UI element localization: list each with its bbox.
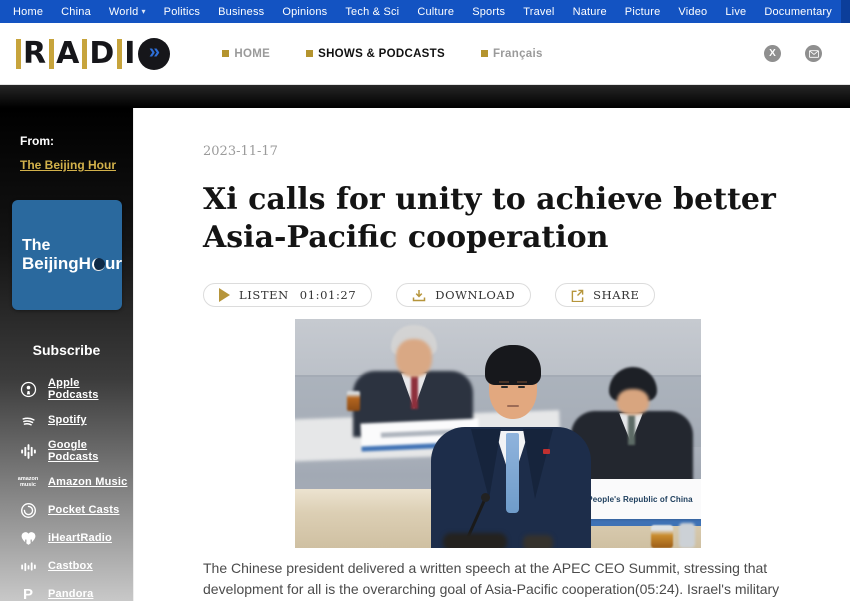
nav-item-documentary[interactable]: Documentary	[755, 0, 841, 23]
subscribe-apple-podcasts[interactable]: Apple Podcasts	[12, 372, 133, 406]
castbox-icon	[18, 557, 38, 575]
x-twitter-icon: X	[769, 49, 776, 59]
article-main: 2023-11-17 Xi calls for unity to achieve…	[133, 108, 850, 601]
radio-tv-box: Radio TV	[841, 0, 850, 23]
gold-square-icon	[222, 50, 229, 57]
nav-item-culture[interactable]: Culture	[408, 0, 463, 23]
article-date: 2023-11-17	[203, 144, 793, 159]
subscribe-amazon-music[interactable]: amazonmusic Amazon Music	[12, 468, 133, 496]
subscribe-spotify[interactable]: Spotify	[12, 406, 133, 434]
nav-item-opinions[interactable]: Opinions	[273, 0, 336, 23]
nav-item-world[interactable]: World▾	[100, 0, 155, 23]
google-podcasts-icon	[18, 442, 38, 460]
nav-item-picture[interactable]: Picture	[616, 0, 670, 23]
menu-item-francais[interactable]: Français	[481, 48, 543, 60]
nav-item-tech-sci[interactable]: Tech & Sci	[336, 0, 408, 23]
nav-item-business[interactable]: Business	[209, 0, 273, 23]
iheartradio-icon	[18, 529, 38, 547]
subscribe-google-podcasts[interactable]: Google Podcasts	[12, 434, 133, 468]
x-twitter-button[interactable]: X	[764, 45, 781, 62]
nav-item-video[interactable]: Video	[669, 0, 716, 23]
download-button[interactable]: DOWNLOAD	[396, 283, 531, 307]
top-nav-right: Radio TV	[841, 0, 850, 23]
share-button[interactable]: SHARE	[555, 283, 655, 307]
spotify-icon	[18, 411, 38, 429]
nav-item-china[interactable]: China	[52, 0, 100, 23]
nav-item-live[interactable]: Live	[716, 0, 755, 23]
show-link-beijing-hour[interactable]: The Beijing Hour	[20, 158, 116, 172]
amazon-music-icon: amazonmusic	[18, 473, 38, 491]
sidebar: From: The Beijing Hour The BeijingHur Su…	[0, 108, 133, 601]
subscribe-pocket-casts[interactable]: Pocket Casts	[12, 496, 133, 524]
black-divider-bar	[0, 85, 850, 108]
nav-item-nature[interactable]: Nature	[564, 0, 616, 23]
clock-o-icon	[92, 258, 105, 271]
subscribe-title: Subscribe	[12, 342, 121, 358]
action-buttons: LISTEN 01:01:27 DOWNLOAD SHARE	[203, 283, 793, 307]
menu-item-home[interactable]: HOME	[222, 48, 270, 60]
chevron-down-icon: ▾	[141, 7, 145, 16]
subscribe-iheartradio[interactable]: iHeartRadio	[12, 524, 133, 552]
subscribe-castbox[interactable]: Castbox	[12, 552, 133, 580]
header-social-icons: X	[764, 45, 834, 62]
nav-item-travel[interactable]: Travel	[514, 0, 563, 23]
header-menu: HOME SHOWS & PODCASTS Français	[222, 48, 542, 60]
gold-square-icon	[481, 50, 488, 57]
apple-podcasts-icon	[18, 380, 38, 398]
email-button[interactable]	[805, 45, 822, 62]
nav-item-home[interactable]: Home	[4, 0, 52, 23]
article-title: Xi calls for unity to achieve better Asi…	[203, 181, 793, 257]
article-summary: The Chinese president delivered a writte…	[203, 558, 793, 601]
gold-square-icon	[306, 50, 313, 57]
episode-duration: 01:01:27	[300, 288, 356, 302]
radio-logo[interactable]: RADIO R A D I »	[16, 38, 170, 70]
mail-icon	[809, 50, 819, 58]
article-photo-apec-summit: People's Republic of China	[295, 319, 701, 548]
nameplate-china: People's Republic of China	[579, 479, 701, 519]
share-icon	[571, 289, 584, 302]
nav-item-politics[interactable]: Politics	[155, 0, 209, 23]
top-nav-items: Home China World▾ Politics Business Opin…	[0, 0, 841, 23]
top-nav: Home China World▾ Politics Business Opin…	[0, 0, 850, 23]
pocket-casts-icon	[18, 501, 38, 519]
play-icon: »	[138, 38, 170, 70]
listen-button[interactable]: LISTEN 01:01:27	[203, 283, 372, 307]
download-icon	[412, 289, 426, 302]
site-header: RADIO R A D I » HOME SHOWS & PODCASTS Fr…	[0, 23, 850, 85]
subscribe-pandora[interactable]: P Pandora	[12, 580, 133, 601]
from-label: From:	[20, 134, 133, 148]
play-icon	[219, 288, 230, 302]
pandora-icon: P	[18, 585, 38, 601]
beijing-hour-logo[interactable]: The BeijingHur	[12, 200, 122, 310]
nav-item-sports[interactable]: Sports	[463, 0, 514, 23]
menu-item-shows-podcasts[interactable]: SHOWS & PODCASTS	[306, 48, 445, 60]
